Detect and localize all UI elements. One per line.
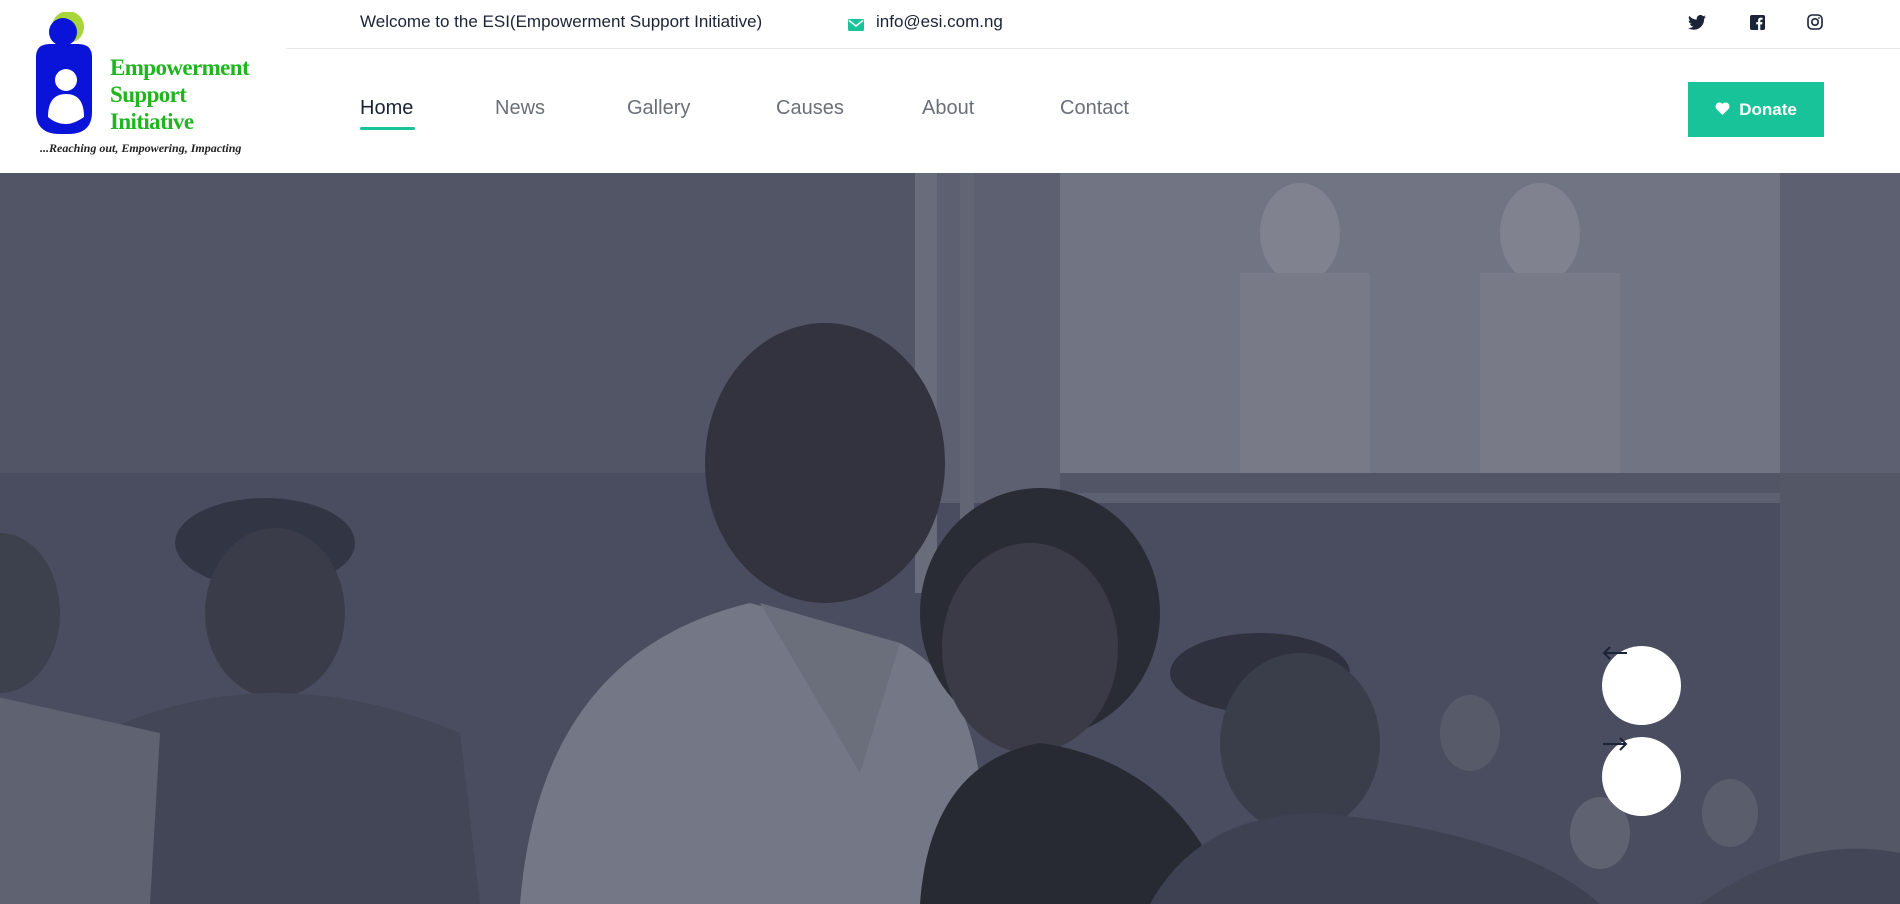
- logo-wordmark: Empowerment Support Initiative: [110, 54, 250, 135]
- slider-prev-button[interactable]: [1602, 646, 1681, 725]
- facebook-icon[interactable]: [1747, 12, 1767, 32]
- nav-item-about[interactable]: About: [922, 97, 974, 120]
- donate-label: Donate: [1739, 99, 1797, 119]
- nav-item-causes[interactable]: Causes: [776, 97, 844, 120]
- instagram-icon[interactable]: [1805, 12, 1825, 32]
- active-indicator: [360, 127, 415, 130]
- envelope-icon: [848, 16, 864, 31]
- nav-item-gallery[interactable]: Gallery: [627, 97, 690, 120]
- heart-icon: [1715, 100, 1730, 120]
- email-text: info@esi.com.ng: [876, 12, 1003, 31]
- logo-line-3: Initiative: [110, 109, 194, 134]
- slider-next-button[interactable]: [1602, 737, 1681, 816]
- nav-label: Gallery: [627, 97, 691, 119]
- logo[interactable]: Empowerment Support Initiative ...Reachi…: [28, 12, 258, 160]
- top-bar: Welcome to the ESI(Empowerment Support I…: [286, 0, 1900, 49]
- hero-slider: [0, 173, 1900, 904]
- nav-item-news[interactable]: News: [495, 97, 545, 120]
- logo-figure-icon: [36, 12, 92, 134]
- nav-label: Causes: [776, 97, 844, 119]
- site-header: Empowerment Support Initiative ...Reachi…: [0, 0, 1900, 173]
- nav-label: About: [922, 97, 975, 119]
- welcome-text: Welcome to the ESI(Empowerment Support I…: [360, 12, 763, 31]
- donate-button[interactable]: Donate: [1688, 82, 1824, 137]
- logo-tagline: ...Reaching out, Empowering, Impacting: [40, 141, 242, 155]
- nav-item-home[interactable]: Home: [360, 97, 415, 130]
- nav-label: Contact: [1060, 97, 1129, 119]
- nav-item-contact[interactable]: Contact: [1060, 97, 1129, 120]
- logo-line-2: Support: [110, 82, 187, 107]
- email-link[interactable]: info@esi.com.ng: [848, 12, 1003, 32]
- nav-label: Home: [360, 97, 414, 119]
- logo-line-1: Empowerment: [110, 55, 250, 80]
- nav-label: News: [495, 97, 546, 119]
- twitter-icon[interactable]: [1687, 12, 1707, 32]
